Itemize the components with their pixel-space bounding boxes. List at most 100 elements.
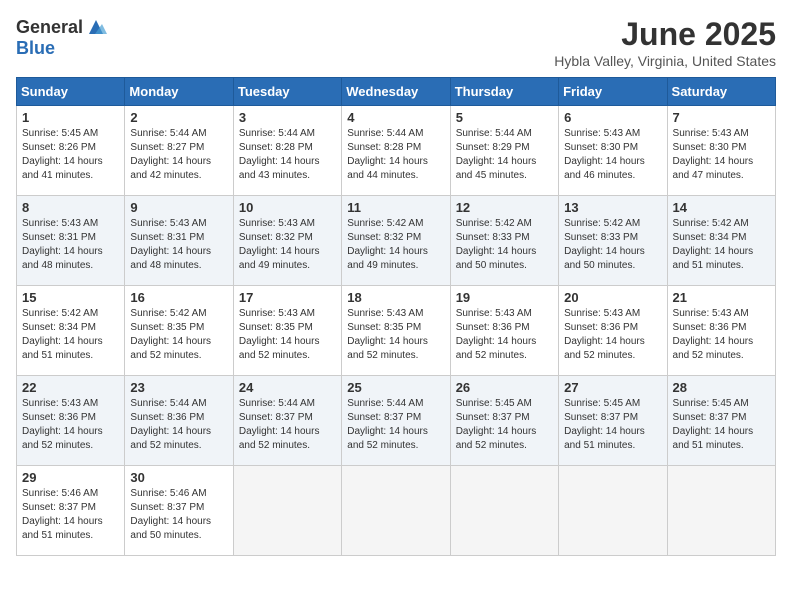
calendar-day-cell: 17 Sunrise: 5:43 AMSunset: 8:35 PMDayligh… [233, 286, 341, 376]
calendar-day-cell: 25Sunrise: 5:44 AMSunset: 8:37 PMDayligh… [342, 376, 450, 466]
day-number: 13 [564, 200, 661, 215]
day-info: Sunrise: 5:43 AMSunset: 8:36 PMDaylight:… [564, 307, 661, 363]
day-info: Sunrise: 5:44 AMSunset: 8:37 PMDaylight:… [347, 397, 444, 453]
day-number: 28 [673, 380, 770, 395]
day-info: Sunrise: 5:44 AMSunset: 8:29 PMDaylight:… [456, 127, 553, 183]
day-number: 2 [130, 110, 227, 125]
calendar-day-cell: 14 Sunrise: 5:42 AMSunset: 8:34 PMDayligh… [667, 196, 775, 286]
day-info: Sunrise: 5:42 AMSunset: 8:34 PMDaylight:… [22, 307, 119, 363]
day-info: Sunrise: 5:45 AMSunset: 8:26 PMDaylight:… [22, 127, 119, 183]
calendar-week-row: 22 Sunrise: 5:43 AMSunset: 8:36 PMDayligh… [17, 376, 776, 466]
day-number: 9 [130, 200, 227, 215]
day-info: Sunrise: 5:43 AMSunset: 8:31 PMDaylight:… [130, 217, 227, 273]
month-title: June 2025 [554, 16, 776, 53]
header-monday: Monday [125, 78, 233, 106]
day-info: Sunrise: 5:42 AMSunset: 8:35 PMDaylight:… [130, 307, 227, 363]
day-info: Sunrise: 5:46 AMSunset: 8:37 PMDaylight:… [22, 487, 119, 543]
day-number: 12 [456, 200, 553, 215]
calendar-day-cell: 21Sunrise: 5:43 AMSunset: 8:36 PMDayligh… [667, 286, 775, 376]
day-number: 23 [130, 380, 227, 395]
day-number: 3 [239, 110, 336, 125]
day-info: Sunrise: 5:44 AMSunset: 8:27 PMDaylight:… [130, 127, 227, 183]
day-number: 16 [130, 290, 227, 305]
header-thursday: Thursday [450, 78, 558, 106]
calendar-day-cell [233, 466, 341, 556]
calendar-day-cell: 9 Sunrise: 5:43 AMSunset: 8:31 PMDaylight… [125, 196, 233, 286]
calendar-day-cell: 1Sunrise: 5:45 AMSunset: 8:26 PMDaylight… [17, 106, 125, 196]
calendar-day-cell: 20 Sunrise: 5:43 AMSunset: 8:36 PMDayligh… [559, 286, 667, 376]
title-section: June 2025 Hybla Valley, Virginia, United… [554, 16, 776, 69]
calendar-day-cell: 10 Sunrise: 5:43 AMSunset: 8:32 PMDayligh… [233, 196, 341, 286]
day-info: Sunrise: 5:45 AMSunset: 8:37 PMDaylight:… [673, 397, 770, 453]
calendar-day-cell: 26 Sunrise: 5:45 AMSunset: 8:37 PMDayligh… [450, 376, 558, 466]
calendar-day-cell: 24Sunrise: 5:44 AMSunset: 8:37 PMDayligh… [233, 376, 341, 466]
calendar-day-cell: 23Sunrise: 5:44 AMSunset: 8:36 PMDayligh… [125, 376, 233, 466]
day-number: 7 [673, 110, 770, 125]
calendar-day-cell: 22 Sunrise: 5:43 AMSunset: 8:36 PMDayligh… [17, 376, 125, 466]
calendar-day-cell: 3 Sunrise: 5:44 AMSunset: 8:28 PMDaylight… [233, 106, 341, 196]
calendar-day-cell: 2 Sunrise: 5:44 AMSunset: 8:27 PMDaylight… [125, 106, 233, 196]
day-number: 5 [456, 110, 553, 125]
day-info: Sunrise: 5:42 AMSunset: 8:33 PMDaylight:… [564, 217, 661, 273]
day-number: 18 [347, 290, 444, 305]
day-number: 10 [239, 200, 336, 215]
day-number: 6 [564, 110, 661, 125]
day-info: Sunrise: 5:43 AMSunset: 8:31 PMDaylight:… [22, 217, 119, 273]
calendar-day-cell [342, 466, 450, 556]
day-number: 19 [456, 290, 553, 305]
calendar-day-cell [450, 466, 558, 556]
page-header: General Blue June 2025 Hybla Valley, Vir… [16, 16, 776, 69]
header-friday: Friday [559, 78, 667, 106]
day-number: 29 [22, 470, 119, 485]
day-info: Sunrise: 5:42 AMSunset: 8:33 PMDaylight:… [456, 217, 553, 273]
day-info: Sunrise: 5:44 AMSunset: 8:28 PMDaylight:… [239, 127, 336, 183]
calendar-day-cell: 4Sunrise: 5:44 AMSunset: 8:28 PMDaylight… [342, 106, 450, 196]
day-info: Sunrise: 5:43 AMSunset: 8:35 PMDaylight:… [347, 307, 444, 363]
day-number: 22 [22, 380, 119, 395]
day-info: Sunrise: 5:45 AMSunset: 8:37 PMDaylight:… [564, 397, 661, 453]
calendar-day-cell [559, 466, 667, 556]
calendar-week-row: 8Sunrise: 5:43 AMSunset: 8:31 PMDaylight… [17, 196, 776, 286]
day-info: Sunrise: 5:43 AMSunset: 8:32 PMDaylight:… [239, 217, 336, 273]
header-tuesday: Tuesday [233, 78, 341, 106]
calendar-day-cell: 12 Sunrise: 5:42 AMSunset: 8:33 PMDayligh… [450, 196, 558, 286]
logo: General Blue [16, 16, 107, 59]
calendar-day-cell [667, 466, 775, 556]
calendar-day-cell: 16 Sunrise: 5:42 AMSunset: 8:35 PMDayligh… [125, 286, 233, 376]
day-number: 17 [239, 290, 336, 305]
day-number: 30 [130, 470, 227, 485]
calendar-week-row: 15 Sunrise: 5:42 AMSunset: 8:34 PMDayligh… [17, 286, 776, 376]
day-number: 21 [673, 290, 770, 305]
day-info: Sunrise: 5:46 AMSunset: 8:37 PMDaylight:… [130, 487, 227, 543]
calendar-day-cell: 18 Sunrise: 5:43 AMSunset: 8:35 PMDayligh… [342, 286, 450, 376]
calendar-week-row: 1Sunrise: 5:45 AMSunset: 8:26 PMDaylight… [17, 106, 776, 196]
calendar-day-cell: 7 Sunrise: 5:43 AMSunset: 8:30 PMDaylight… [667, 106, 775, 196]
day-number: 26 [456, 380, 553, 395]
header-saturday: Saturday [667, 78, 775, 106]
calendar-day-cell: 15 Sunrise: 5:42 AMSunset: 8:34 PMDayligh… [17, 286, 125, 376]
day-number: 20 [564, 290, 661, 305]
day-info: Sunrise: 5:43 AMSunset: 8:35 PMDaylight:… [239, 307, 336, 363]
calendar-week-row: 29 Sunrise: 5:46 AMSunset: 8:37 PMDayligh… [17, 466, 776, 556]
logo-general-text: General [16, 17, 83, 38]
calendar-header-row: Sunday Monday Tuesday Wednesday Thursday… [17, 78, 776, 106]
calendar-day-cell: 30 Sunrise: 5:46 AMSunset: 8:37 PMDayligh… [125, 466, 233, 556]
day-info: Sunrise: 5:43 AMSunset: 8:30 PMDaylight:… [673, 127, 770, 183]
calendar-day-cell: 27Sunrise: 5:45 AMSunset: 8:37 PMDayligh… [559, 376, 667, 466]
day-info: Sunrise: 5:43 AMSunset: 8:30 PMDaylight:… [564, 127, 661, 183]
location-text: Hybla Valley, Virginia, United States [554, 53, 776, 69]
day-info: Sunrise: 5:42 AMSunset: 8:34 PMDaylight:… [673, 217, 770, 273]
calendar-day-cell: 11Sunrise: 5:42 AMSunset: 8:32 PMDayligh… [342, 196, 450, 286]
day-number: 11 [347, 200, 444, 215]
day-info: Sunrise: 5:44 AMSunset: 8:28 PMDaylight:… [347, 127, 444, 183]
calendar-day-cell: 5 Sunrise: 5:44 AMSunset: 8:29 PMDaylight… [450, 106, 558, 196]
calendar-day-cell: 28 Sunrise: 5:45 AMSunset: 8:37 PMDayligh… [667, 376, 775, 466]
calendar-day-cell: 8Sunrise: 5:43 AMSunset: 8:31 PMDaylight… [17, 196, 125, 286]
day-info: Sunrise: 5:45 AMSunset: 8:37 PMDaylight:… [456, 397, 553, 453]
day-info: Sunrise: 5:43 AMSunset: 8:36 PMDaylight:… [456, 307, 553, 363]
day-number: 14 [673, 200, 770, 215]
day-number: 15 [22, 290, 119, 305]
calendar-table: Sunday Monday Tuesday Wednesday Thursday… [16, 77, 776, 556]
day-info: Sunrise: 5:43 AMSunset: 8:36 PMDaylight:… [22, 397, 119, 453]
day-number: 24 [239, 380, 336, 395]
